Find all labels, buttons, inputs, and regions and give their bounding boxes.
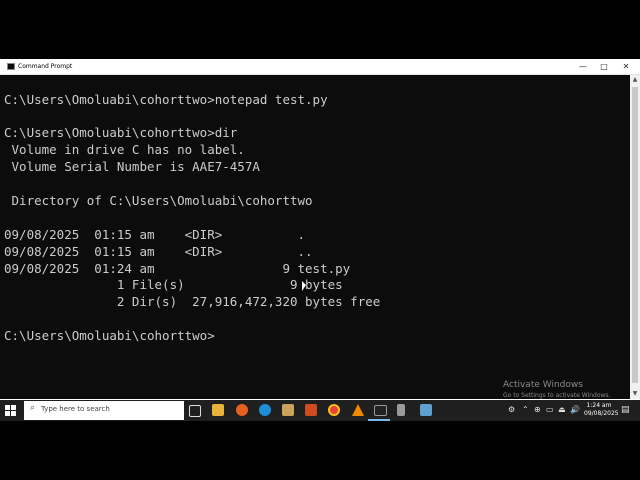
windows-logo-icon [11,411,16,416]
taskbar-search-box[interactable]: ⌕ Type here to search [24,401,184,420]
task-view-icon[interactable] [189,405,201,417]
search-icon: ⌕ [30,403,36,413]
clock-date: 09/08/2025 [584,410,619,417]
window-titlebar[interactable]: Command Prompt — □ ✕ [0,59,640,75]
windows-logo-icon [11,405,16,410]
vertical-scrollbar[interactable]: ▲ ▼ [630,75,640,399]
console-line: 1 File(s) 9 bytes [4,277,343,292]
start-button[interactable] [5,405,17,417]
clock-time: 1:24 am [586,402,612,409]
activation-watermark: Activate Windows Go to Settings to activ… [503,379,610,399]
desktop-screen: Command Prompt — □ ✕ C:\Users\Omoluabi\c… [0,59,640,421]
eject-icon[interactable]: ⏏ [558,405,566,415]
console-line: 09/08/2025 01:15 am <DIR> . [4,227,306,242]
windows-logo-icon [5,405,10,410]
watermark-subtitle: Go to Settings to activate Windows. [503,392,611,399]
settings-icon[interactable]: ⚙ [508,405,515,415]
console-line: Directory of C:\Users\Omoluabi\cohorttwo [4,193,313,208]
console-output[interactable]: C:\Users\Omoluabi\cohorttwo>notepad test… [0,75,630,399]
console-line: C:\Users\Omoluabi\cohorttwo>notepad test… [4,92,328,107]
scroll-thumb[interactable] [632,87,638,383]
windows-logo-icon [5,411,10,416]
office-icon[interactable] [305,404,317,416]
console-line: 09/08/2025 01:24 am 9 test.py [4,261,351,276]
window-title: Command Prompt [18,63,73,70]
chrome-icon[interactable] [328,404,340,416]
console-line: Volume Serial Number is AAE7-457A [4,159,260,174]
search-placeholder: Type here to search [41,405,110,413]
console-line: C:\Users\Omoluabi\cohorttwo> [4,328,215,343]
taskbar: ⌕ Type here to search ⚙ ⌃ ⊕ ▭ ⏏ 🔊 1:24 a… [0,400,640,421]
taskbar-clock[interactable]: 1:24 am 09/08/2025 [584,402,619,418]
edge-icon[interactable] [259,404,271,416]
vlc-icon[interactable] [352,404,364,416]
folder-icon[interactable] [282,404,294,416]
network-icon[interactable]: ⊕ [534,405,541,415]
mouse-pointer-icon [302,281,306,291]
scroll-up-icon[interactable]: ▲ [630,75,640,85]
close-button[interactable]: ✕ [614,59,638,74]
battery-icon[interactable]: ▭ [546,405,554,415]
file-explorer-icon[interactable] [212,404,224,416]
cmd-window-icon [7,63,15,70]
scroll-down-icon[interactable]: ▼ [630,389,640,399]
firefox-icon[interactable] [236,404,248,416]
console-line: 2 Dir(s) 27,916,472,320 bytes free [4,294,381,309]
command-prompt-icon[interactable] [374,405,387,416]
console-line: Volume in drive C has no label. [4,142,245,157]
console-line: 09/08/2025 01:15 am <DIR> .. [4,244,313,259]
notification-icon[interactable]: ▤ [621,405,630,415]
maximize-button[interactable]: □ [592,59,616,74]
watermark-title: Activate Windows [503,380,583,390]
notepad-icon[interactable] [420,404,432,416]
chevron-up-icon[interactable]: ⌃ [522,405,529,415]
volume-icon[interactable]: 🔊 [570,405,580,415]
active-app-indicator [368,419,390,421]
console-line: C:\Users\Omoluabi\cohorttwo>dir [4,125,238,140]
usb-device-icon[interactable] [397,404,405,416]
